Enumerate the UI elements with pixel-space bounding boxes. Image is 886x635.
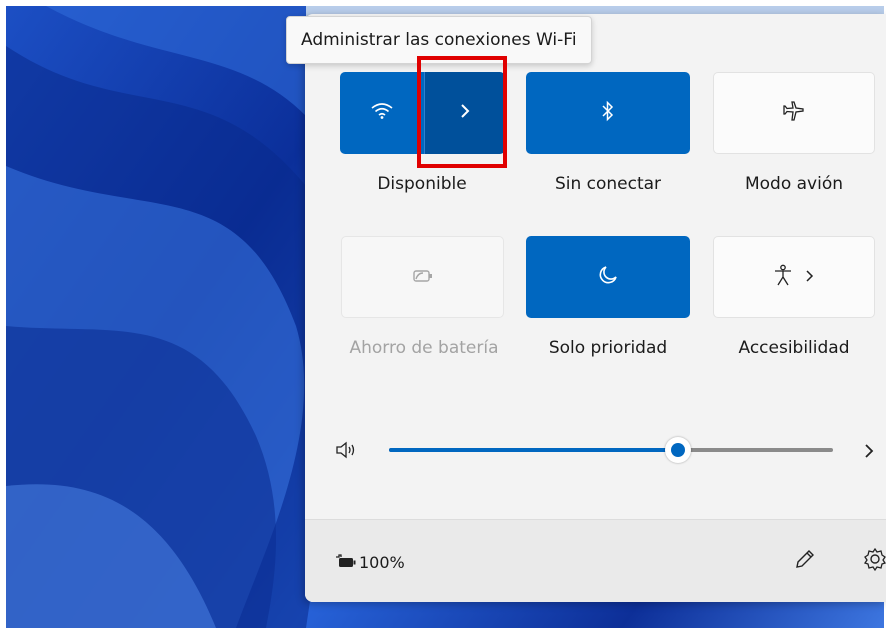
quick-settings-panel: Disponible Sin conectar Modo avión Ahorr…: [305, 14, 886, 602]
airplane-icon: [783, 100, 805, 126]
accessibility-tile[interactable]: [713, 236, 875, 318]
battery-saver-tile-label: Ahorro de batería: [349, 338, 499, 358]
volume-slider-fill: [389, 448, 678, 452]
speaker-icon[interactable]: [335, 440, 359, 464]
battery-saver-icon: [412, 268, 434, 287]
bluetooth-icon: [601, 100, 615, 126]
highlight-annotation: [417, 56, 507, 168]
airplane-tile[interactable]: [713, 72, 875, 154]
wifi-toggle-button[interactable]: [340, 72, 424, 154]
airplane-tile-label: Modo avión: [744, 174, 844, 194]
moon-icon: [598, 265, 618, 289]
bluetooth-tile[interactable]: [526, 72, 690, 154]
chevron-right-icon: [805, 268, 815, 287]
volume-slider-thumb[interactable]: [664, 437, 691, 463]
gear-icon[interactable]: [862, 546, 886, 576]
battery-percentage[interactable]: 100%: [359, 553, 405, 572]
volume-output-chevron[interactable]: [863, 442, 875, 464]
pencil-icon[interactable]: [793, 547, 817, 575]
accessibility-icon: [773, 264, 793, 290]
volume-slider[interactable]: [389, 437, 833, 463]
battery-saver-tile[interactable]: [341, 236, 504, 318]
battery-charging-icon: [333, 554, 357, 574]
focus-assist-tile[interactable]: [526, 236, 690, 318]
focus-assist-tile-label: Solo prioridad: [548, 338, 668, 358]
accessibility-tile-label: Accesibilidad: [738, 338, 850, 358]
wifi-tile-label: Disponible: [377, 174, 467, 194]
wifi-icon: [371, 102, 393, 124]
bluetooth-tile-label: Sin conectar: [554, 174, 662, 194]
